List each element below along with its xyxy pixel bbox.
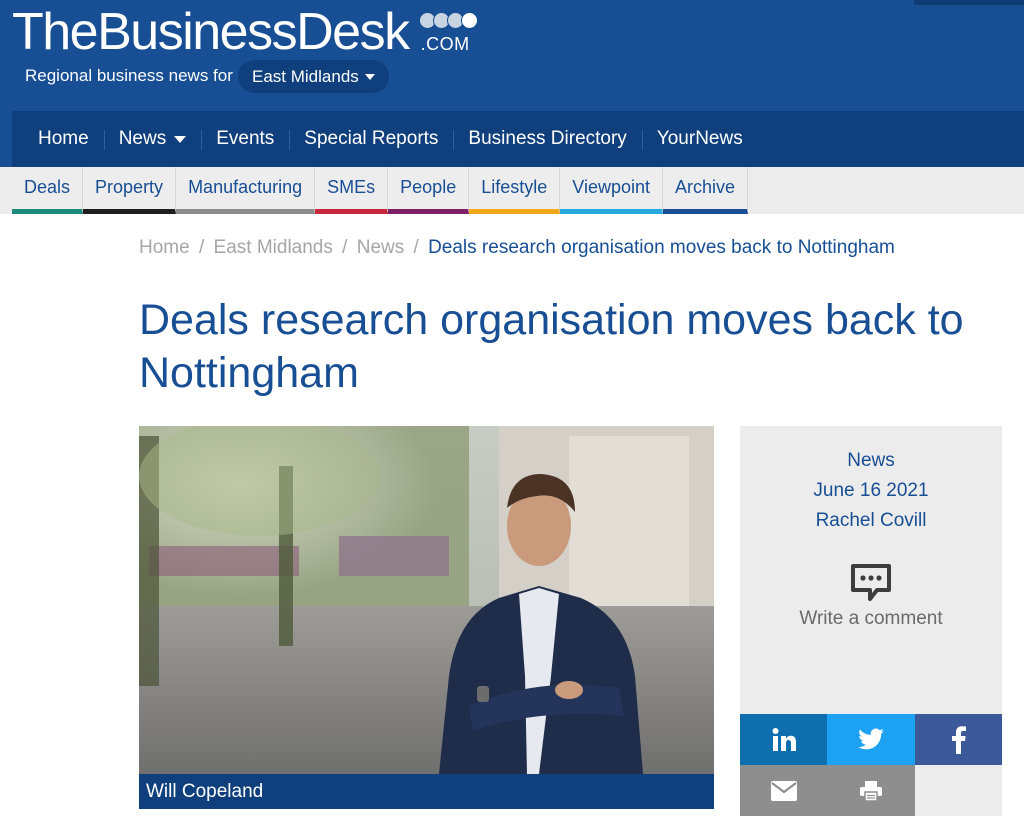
photo-caption: Will Copeland (139, 774, 714, 809)
breadcrumb: Home / East Midlands / News / Deals rese… (139, 237, 895, 259)
region-prefix: Regional business news for (25, 66, 233, 85)
breadcrumb-home[interactable]: Home (139, 237, 190, 258)
nav-events[interactable]: Events (201, 111, 289, 167)
logo-businessdesk: BusinessDesk (97, 3, 410, 61)
category-lifestyle[interactable]: Lifestyle (469, 167, 561, 214)
region-selector[interactable]: East Midlands (238, 60, 389, 93)
article-author[interactable]: Rachel Covill (740, 506, 1002, 536)
category-viewpoint[interactable]: Viewpoint (560, 167, 663, 214)
write-comment-link[interactable]: Write a comment (740, 608, 1002, 630)
nav-special-reports-label: Special Reports (304, 128, 439, 149)
logo-wordmark: TheBusinessDesk (12, 3, 410, 61)
article-photo-illustration (139, 426, 714, 774)
breadcrumb-east-midlands[interactable]: East Midlands (214, 237, 333, 258)
article-date: June 16 2021 (813, 480, 929, 501)
category-deals[interactable]: Deals (12, 167, 84, 214)
chevron-down-icon (174, 135, 187, 143)
share-email-button[interactable] (740, 765, 827, 816)
article-title: Deals research organisation moves back t… (139, 296, 964, 397)
nav-events-label: Events (216, 128, 275, 149)
twitter-icon (858, 727, 884, 749)
region-selected: East Midlands (252, 66, 359, 86)
logo-the: The (12, 3, 99, 61)
main-nav: Home News Events Special Reports Busines… (0, 111, 1024, 167)
category-property[interactable]: Property (83, 167, 177, 214)
share-print-button[interactable] (827, 765, 915, 816)
nav-yournews-label: YourNews (656, 128, 743, 149)
comment-icon[interactable] (849, 560, 893, 604)
logo-domain: .COM (420, 34, 470, 54)
nav-home-label: Home (38, 128, 89, 149)
breadcrumb-separator: / (413, 237, 419, 258)
facebook-icon (951, 725, 966, 754)
article-category[interactable]: News (740, 446, 1002, 476)
chevron-down-icon (364, 73, 375, 80)
nav-business-directory[interactable]: Business Directory (453, 111, 641, 167)
breadcrumb-news[interactable]: News (357, 237, 405, 258)
breadcrumb-separator: / (198, 237, 205, 258)
share-facebook-button[interactable] (915, 714, 1002, 765)
share-linkedin-button[interactable] (740, 714, 827, 765)
print-icon (860, 780, 882, 801)
email-icon (770, 780, 797, 801)
site-logo[interactable]: TheBusinessDesk .COM (12, 0, 489, 60)
linkedin-icon (772, 727, 796, 751)
category-smes[interactable]: SMEs (315, 167, 389, 214)
category-nav: Deals Property Manufacturing SMEs People… (0, 167, 1024, 214)
share-empty-slot (915, 765, 1002, 816)
share-twitter-button[interactable] (827, 714, 915, 765)
article-meta-panel: News June 16 2021 Rachel Covill Write a … (740, 426, 1002, 714)
category-people[interactable]: People (388, 167, 470, 214)
category-manufacturing[interactable]: Manufacturing (176, 167, 316, 214)
nav-news-label: News (118, 128, 167, 149)
logo-dots-icon (418, 12, 478, 29)
logo-mark: .COM (418, 4, 489, 60)
site-header: TheBusinessDesk .COM Regional business n… (0, 0, 1024, 111)
nav-news[interactable]: News (103, 111, 202, 167)
share-buttons (740, 714, 1002, 816)
nav-home[interactable]: Home (12, 111, 104, 167)
category-archive[interactable]: Archive (663, 167, 749, 214)
article-photo (139, 426, 714, 774)
nav-special-reports[interactable]: Special Reports (289, 111, 453, 167)
header-strip (914, 0, 1024, 5)
breadcrumb-current[interactable]: Deals research organisation moves back t… (428, 237, 895, 258)
nav-business-directory-label: Business Directory (468, 128, 627, 149)
nav-yournews[interactable]: YourNews (641, 111, 758, 167)
breadcrumb-separator: / (342, 237, 348, 258)
